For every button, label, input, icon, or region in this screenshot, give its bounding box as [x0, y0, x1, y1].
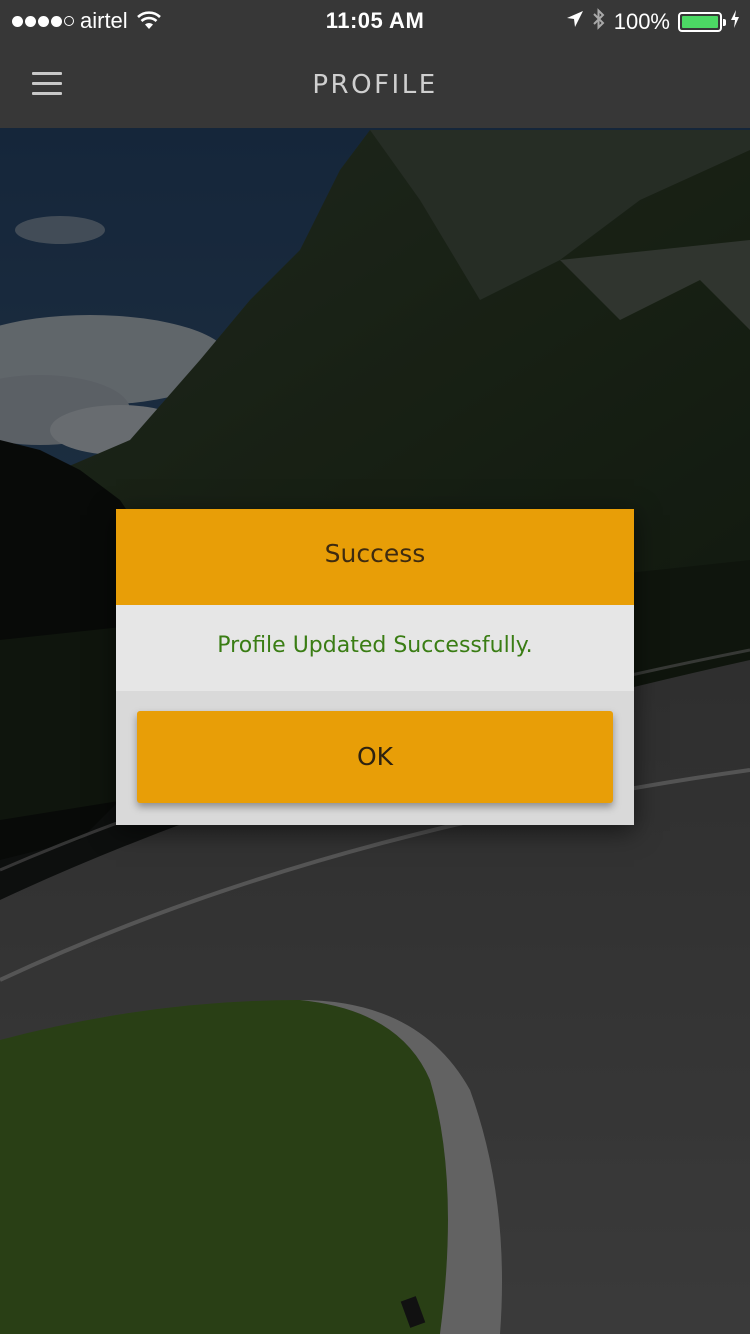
dialog-title: Success [324, 539, 426, 568]
status-bar-right: 100% [566, 8, 740, 36]
dialog-header: Success [116, 509, 634, 605]
dialog-message: Profile Updated Successfully. [217, 633, 533, 658]
status-bar: airtel 11:05 AM 100% [0, 0, 750, 40]
charging-bolt-icon [730, 9, 740, 35]
location-arrow-icon [566, 9, 584, 35]
bluetooth-icon [592, 8, 606, 36]
nav-bar: PROFILE [0, 40, 750, 128]
page-title: PROFILE [312, 70, 438, 100]
ok-button[interactable]: OK [137, 711, 613, 803]
battery-tip [723, 19, 726, 26]
dialog-message-area: Profile Updated Successfully. [116, 605, 634, 691]
success-dialog: Success Profile Updated Successfully. OK [116, 509, 634, 825]
battery-icon [678, 12, 726, 32]
battery-percent: 100% [613, 9, 670, 34]
battery-fill [682, 16, 718, 28]
ok-button-label: OK [356, 742, 394, 771]
